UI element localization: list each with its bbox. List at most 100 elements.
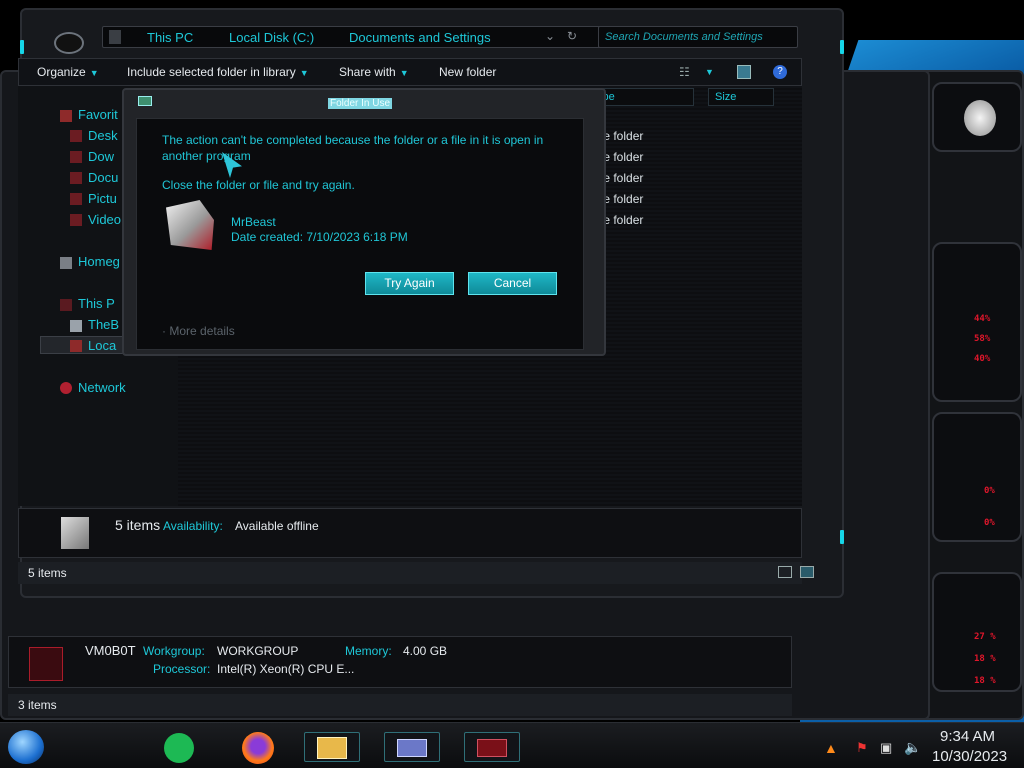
frame-accent [840, 530, 844, 544]
workgroup-value: WORKGROUP [217, 644, 299, 658]
new-folder-button[interactable]: New folder [439, 65, 496, 79]
memory-label: Memory: [345, 644, 392, 658]
chevron-down-icon: ▼ [299, 68, 309, 78]
more-details-toggle[interactable]: · More details [162, 324, 235, 338]
frame-accent [840, 40, 844, 54]
frame-accent [20, 40, 24, 54]
folder-thumbnail-icon [61, 517, 89, 549]
nav-documents[interactable]: Docu [88, 170, 118, 185]
folder-icon [317, 737, 347, 759]
system-taskbar-button[interactable] [384, 732, 440, 762]
gadget-readout: 18 % [974, 654, 996, 664]
chevron-down-icon: ▼ [89, 68, 99, 78]
memory-value: 4.00 GB [403, 644, 448, 658]
address-bar[interactable]: This PC Local Disk (C:) Documents and Se… [102, 26, 608, 48]
desktop-icon [70, 130, 82, 142]
gadget-readout: 18 % [974, 676, 996, 686]
downloads-icon [70, 151, 82, 163]
nav-desktop[interactable]: Desk [88, 128, 118, 143]
this-pc-icon [60, 299, 72, 311]
nav-homegroup[interactable]: Homeg [78, 254, 120, 269]
gadget-disk-panel: 0% 0% [932, 412, 1022, 542]
computer-icon [29, 647, 63, 681]
nav-videos[interactable]: Video [88, 212, 121, 227]
pc-status-bar: 3 items [8, 694, 792, 716]
local-disk-icon [70, 340, 82, 352]
favorites-star-icon [60, 110, 72, 122]
dialog-title: Folder In Use [328, 98, 393, 109]
clock-date[interactable]: 10/30/2023 [932, 748, 1007, 765]
processor-label: Processor: [153, 662, 211, 676]
action-center-icon[interactable]: ⚑ [856, 740, 868, 756]
workgroup-label: Workgroup: [143, 644, 205, 658]
gadget-readout: 0% [984, 518, 995, 528]
organize-button[interactable]: Organize ▼ [37, 65, 99, 79]
gadget-readout: 27 % [974, 632, 996, 642]
status-bar: 5 items [18, 562, 814, 584]
nav-favorites[interactable]: Favorit [78, 107, 118, 122]
details-view-icon[interactable] [778, 566, 792, 578]
column-header-size[interactable]: Size [708, 88, 774, 106]
gadget-readout: 44% [974, 314, 991, 324]
clock-time[interactable]: 9:34 AM [940, 728, 995, 745]
folder-icon [109, 30, 121, 44]
nav-this-pc[interactable]: This P [78, 296, 115, 311]
share-with-button[interactable]: Share with ▼ [339, 65, 409, 79]
pc-details-pane: VM0B0T Workgroup: WORKGROUP Memory: 4.00… [8, 636, 792, 688]
details-pane: 5 items Availability: Available offline [18, 508, 802, 558]
share-with-label: Share with [339, 65, 396, 79]
details-item-count: 5 items [115, 517, 161, 533]
nav-local-disk[interactable]: Loca [88, 338, 116, 353]
spotify-icon[interactable] [164, 733, 194, 763]
nav-downloads[interactable]: Dow [88, 149, 114, 164]
pictures-icon [70, 193, 82, 205]
start-button[interactable] [8, 730, 44, 764]
videos-icon [70, 214, 82, 226]
alien-logo-icon [964, 100, 996, 136]
pc-item-count: 3 items [18, 698, 57, 712]
organize-label: Organize [37, 65, 86, 79]
gadget-readout: 0% [984, 486, 995, 496]
gadget-readout: 40% [974, 354, 991, 364]
search-input[interactable]: Search Documents and Settings [598, 26, 798, 48]
include-library-button[interactable]: Include selected folder in library ▼ [127, 65, 309, 79]
include-library-label: Include selected folder in library [127, 65, 296, 79]
address-dropdown-icon[interactable]: ⌄ [545, 29, 555, 43]
try-again-button[interactable]: Try Again [365, 272, 454, 295]
firefox-icon[interactable] [242, 732, 274, 764]
view-options-icon[interactable]: ☷ [679, 65, 690, 79]
nav-thebest[interactable]: TheB [88, 317, 119, 332]
preview-pane-icon[interactable] [737, 65, 751, 79]
app-icon [477, 739, 507, 757]
app-taskbar-button[interactable] [464, 732, 520, 762]
breadcrumb-documents-settings[interactable]: Documents and Settings [349, 30, 491, 45]
view-dropdown-icon[interactable]: ▼ [705, 67, 714, 77]
drive-icon [70, 320, 82, 332]
large-icons-view-icon[interactable] [800, 566, 814, 578]
back-button[interactable] [54, 32, 84, 54]
dialog-message: The action can't be completed because th… [162, 133, 544, 163]
availability-label: Availability: [163, 519, 223, 533]
gadget-readout: 58% [974, 334, 991, 344]
network-status-icon[interactable]: ▣ [880, 740, 892, 756]
breadcrumb-this-pc[interactable]: This PC [147, 30, 193, 45]
explorer-taskbar-button[interactable] [304, 732, 360, 762]
gadget-net-panel: 27 % 18 % 18 % [932, 572, 1022, 692]
volume-icon[interactable]: 🔈 [904, 739, 921, 756]
gadget-cpu-panel: 44% 58% 40% [932, 242, 1022, 402]
refresh-icon[interactable]: ↻ [567, 29, 577, 43]
chevron-down-icon: ▼ [399, 68, 409, 78]
more-details-label: More details [169, 324, 235, 338]
network-icon [60, 382, 72, 394]
nav-network[interactable]: Network [78, 380, 126, 395]
pc-name: VM0B0T [85, 643, 136, 658]
notification-icon[interactable]: ▲ [824, 740, 838, 756]
nav-pictures[interactable]: Pictu [88, 191, 117, 206]
system-properties-icon [397, 739, 427, 757]
processor-value: Intel(R) Xeon(R) CPU E... [217, 662, 355, 676]
cancel-button[interactable]: Cancel [468, 272, 557, 295]
breadcrumb-local-disk[interactable]: Local Disk (C:) [229, 30, 314, 45]
dialog-item-date: Date created: 7/10/2023 6:18 PM [231, 230, 408, 244]
command-bar: Organize ▼ Include selected folder in lib… [18, 58, 802, 86]
help-icon[interactable]: ? [773, 65, 787, 79]
